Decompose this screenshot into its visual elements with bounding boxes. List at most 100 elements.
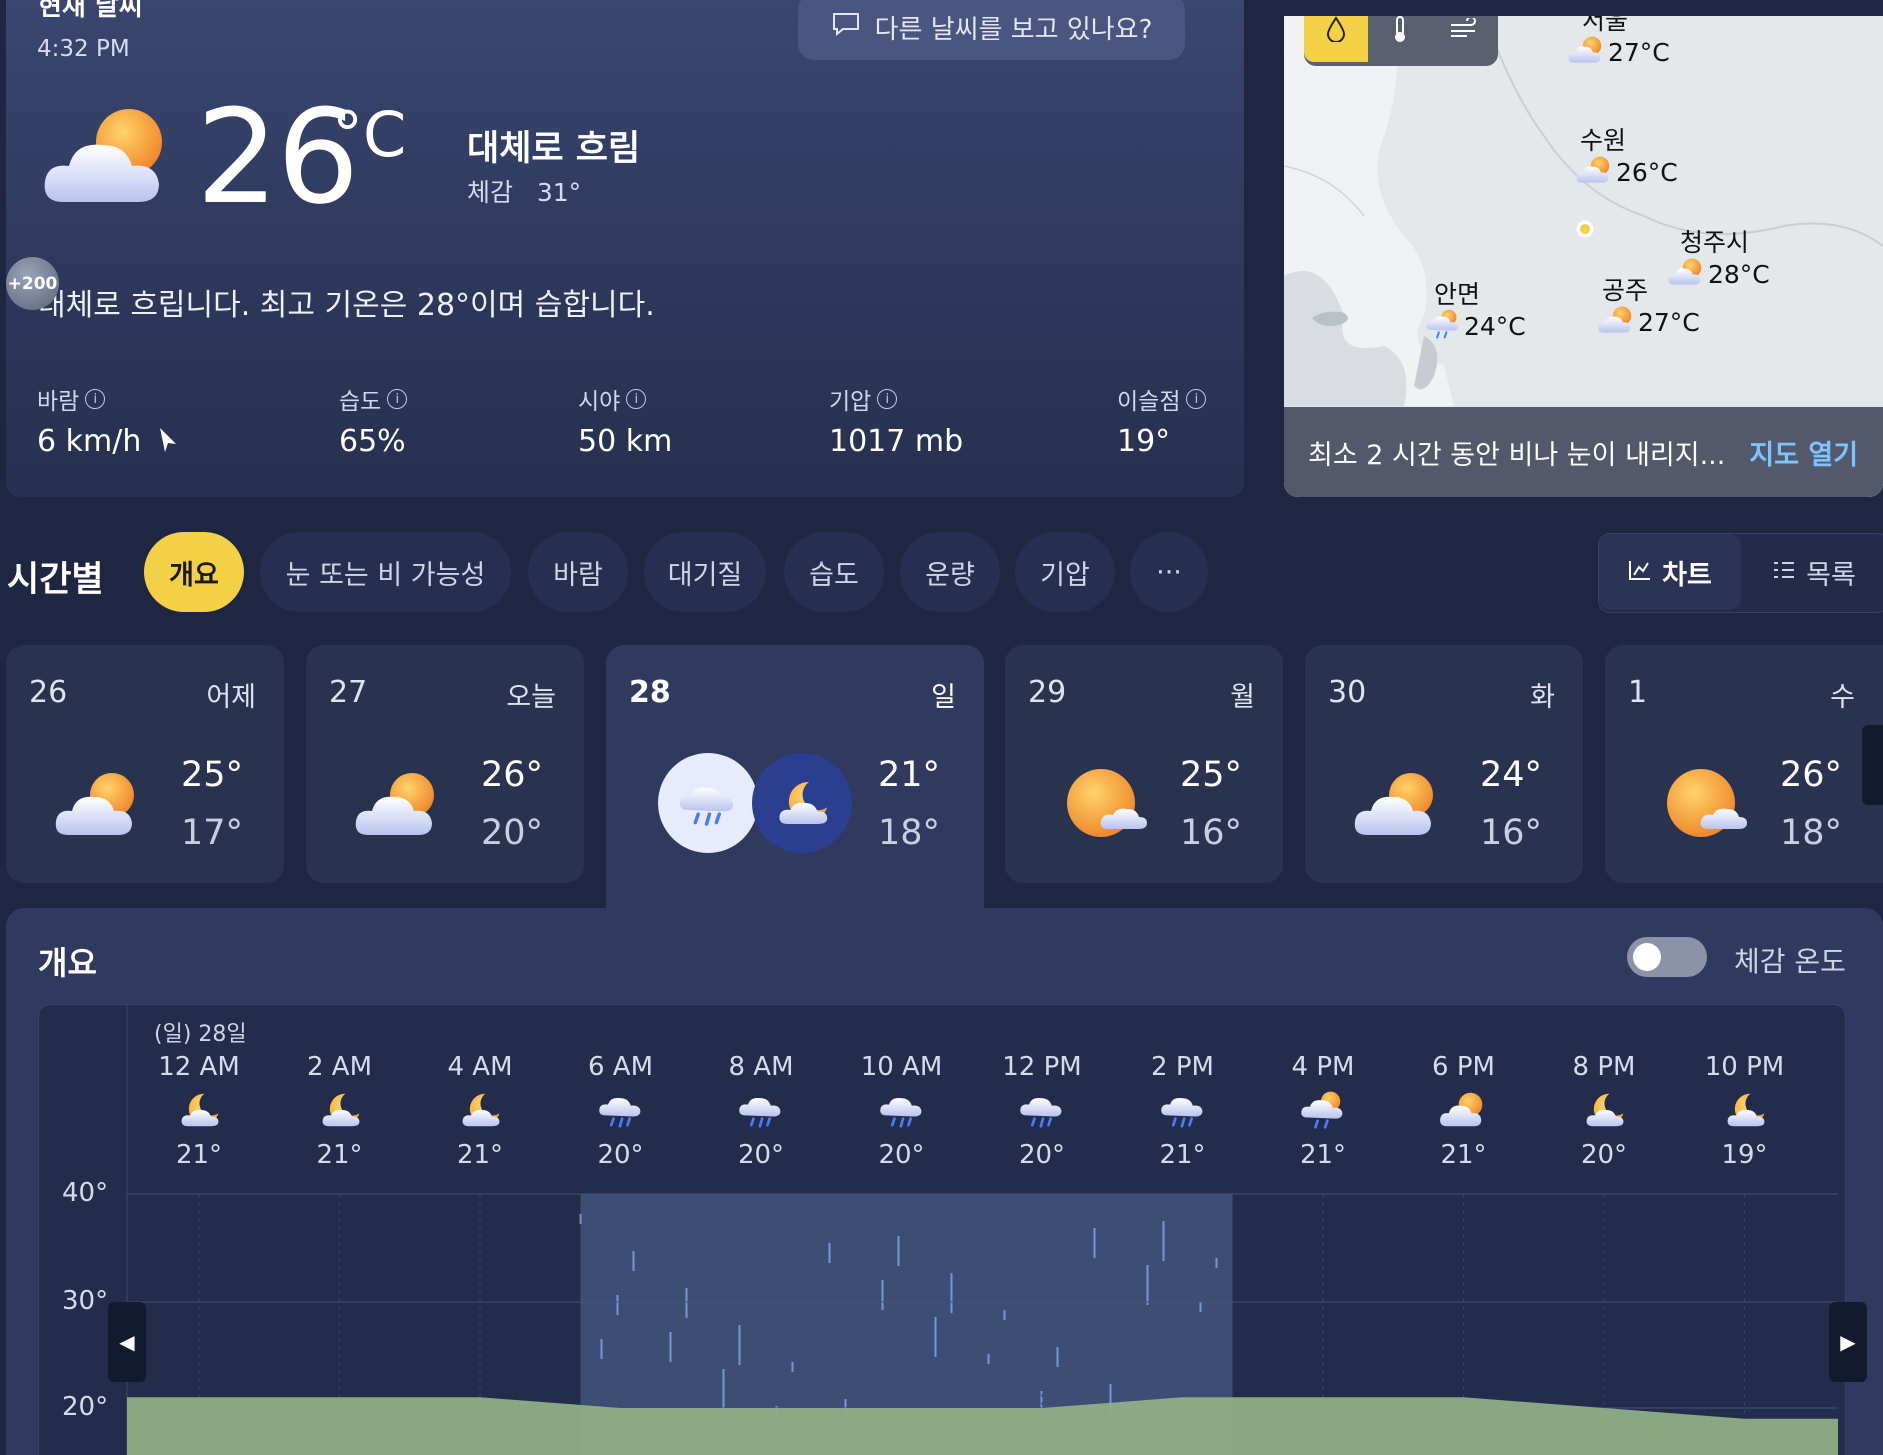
partly-cloudy-icon	[1566, 33, 1608, 71]
precipitation-layer-button[interactable]	[1304, 16, 1368, 62]
sun-rain-icon	[1422, 307, 1464, 345]
tab-more[interactable]: ···	[1130, 532, 1208, 612]
night-partly-cloudy-icon	[280, 1088, 400, 1134]
info-icon[interactable]: i	[626, 389, 647, 409]
chart-scroll-left-button[interactable]: ◀	[108, 1302, 146, 1382]
city-name: 공주	[1602, 276, 1649, 305]
list-view-button[interactable]: 목록	[1741, 534, 1883, 610]
list-icon	[1772, 557, 1796, 588]
chat-bubble-icon	[831, 11, 861, 44]
day-name: 월	[1230, 682, 1255, 713]
mostly-sunny-icon	[1057, 763, 1157, 847]
city-temp: 27°C	[1638, 307, 1700, 337]
feels-like-value: 31°	[536, 178, 582, 207]
map-city[interactable]: 안면 24°C	[1422, 282, 1526, 345]
notification-badge[interactable]: +200	[6, 257, 59, 310]
rain-icon	[658, 753, 758, 853]
map-city[interactable]: 수원 26°C	[1574, 128, 1678, 191]
day-name: 오늘	[506, 682, 556, 713]
hour-column: 2 PM 21°	[1123, 1052, 1243, 1170]
metric-value: 50 km	[578, 424, 673, 459]
day-number: 27	[329, 675, 368, 710]
hour-temp: 21°	[1159, 1140, 1206, 1170]
day-low: 18°	[878, 813, 941, 853]
tab-humidity[interactable]: 습도	[784, 532, 884, 612]
metric-label: 습도	[339, 389, 382, 415]
feels-like-label: 체감	[467, 178, 514, 207]
current-weather-title: 현재 날씨	[38, 0, 143, 22]
city-temp: 28°C	[1708, 259, 1770, 289]
map-city[interactable]: 공주 27°C	[1596, 278, 1700, 341]
y-axis-label: 20°	[62, 1392, 109, 1422]
info-icon[interactable]: i	[877, 389, 898, 409]
temperature-layer-button[interactable]	[1368, 16, 1432, 62]
day-low: 20°	[481, 813, 544, 853]
tab-pressure[interactable]: 기압	[1015, 532, 1115, 612]
tab-overview[interactable]: 개요	[144, 532, 244, 612]
night-partly-cloudy-icon	[420, 1088, 540, 1134]
partly-cloudy-icon	[36, 92, 186, 222]
tab-wind[interactable]: 바람	[528, 532, 628, 612]
info-icon[interactable]: i	[1186, 389, 1207, 409]
map-layer-toolbar	[1304, 16, 1498, 66]
day-high: 26°	[481, 755, 544, 795]
metric-humidity: 습도 i 65%	[339, 382, 408, 459]
hour-time: 8 PM	[1572, 1052, 1636, 1082]
day-card[interactable]: 29 월 25° 16°	[1005, 645, 1283, 883]
hour-time: 4 PM	[1291, 1052, 1355, 1082]
map-city[interactable]: 서울 27°C	[1566, 16, 1670, 71]
feedback-button[interactable]: 다른 날씨를 보고 있나요?	[798, 0, 1185, 60]
night-partly-cloudy-icon	[139, 1088, 259, 1134]
partly-cloudy-icon	[1404, 1088, 1524, 1134]
hour-column: 10 PM 19°	[1685, 1052, 1805, 1170]
metric-visibility: 시야 i 50 km	[578, 382, 672, 459]
day-card[interactable]: 27 오늘 26° 20°	[306, 645, 584, 883]
hour-temp: 21°	[316, 1140, 363, 1170]
day-card[interactable]: 1 수 26° 18°	[1605, 645, 1883, 883]
chart-view-button[interactable]: 차트	[1599, 534, 1741, 610]
metric-value: 65%	[339, 424, 406, 459]
tab-cloud-cover[interactable]: 운량	[900, 532, 1000, 612]
city-name: 서울	[1582, 16, 1629, 35]
chart-icon	[1628, 557, 1652, 588]
temperature-unit[interactable]: °C	[332, 104, 406, 166]
weather-map[interactable]: 서울 27°C 수원 26°C 청주시 28°C 공주 27°C 안면 24°C	[1284, 16, 1883, 497]
day-low: 17°	[181, 813, 244, 853]
hour-column: 12 AM 21°	[139, 1052, 259, 1170]
hour-column: 6 AM 20°	[561, 1052, 681, 1170]
night-partly-cloudy-icon	[1685, 1088, 1805, 1134]
chart-scroll-right-button[interactable]: ▶	[1829, 1302, 1867, 1382]
info-icon[interactable]: i	[85, 389, 106, 409]
day-number: 30	[1328, 675, 1367, 710]
metric-label: 이슬점	[1117, 389, 1181, 415]
hour-temp: 20°	[1580, 1140, 1628, 1170]
y-axis-label: 30°	[62, 1286, 109, 1316]
open-map-link[interactable]: 지도 열기	[1749, 433, 1858, 472]
night-partly-cloudy-icon	[752, 753, 852, 853]
day-card[interactable]: 30 화 24° 16°	[1305, 645, 1583, 883]
day-card[interactable]: 26 어제 25° 17°	[6, 645, 284, 883]
feels-like: 체감 31°	[467, 173, 581, 209]
scroll-right-handle[interactable]	[1862, 725, 1883, 805]
tab-air-quality[interactable]: 대기질	[644, 532, 766, 612]
day-number: 29	[1028, 675, 1067, 710]
wind-layer-button[interactable]	[1432, 16, 1496, 62]
metric-value: 19°	[1117, 424, 1171, 459]
metric-pressure: 기압 i 1017 mb	[829, 382, 963, 459]
day-low: 16°	[1180, 813, 1243, 853]
condition-text: 대체로 흐림	[467, 129, 641, 169]
weather-summary: 대체로 흐립니다. 최고 기온은 28°이며 습합니다.	[38, 288, 655, 323]
partly-cloudy-icon	[1596, 303, 1638, 341]
tab-precipitation[interactable]: 눈 또는 비 가능성	[260, 532, 511, 612]
droplet-icon	[1326, 16, 1346, 46]
metric-value: 1017 mb	[829, 424, 964, 459]
day-card-selected[interactable]: 28 일 21° 18°	[606, 645, 984, 909]
hour-temp: 20°	[597, 1140, 644, 1170]
city-name: 안면	[1434, 280, 1481, 309]
partly-cloudy-icon	[1574, 153, 1616, 191]
hour-column: 8 PM 20°	[1544, 1052, 1664, 1170]
hour-time: 4 AM	[447, 1052, 513, 1082]
day-high: 26°	[1780, 755, 1843, 795]
hour-column: 12 PM 20°	[982, 1052, 1102, 1170]
info-icon[interactable]: i	[387, 389, 408, 409]
